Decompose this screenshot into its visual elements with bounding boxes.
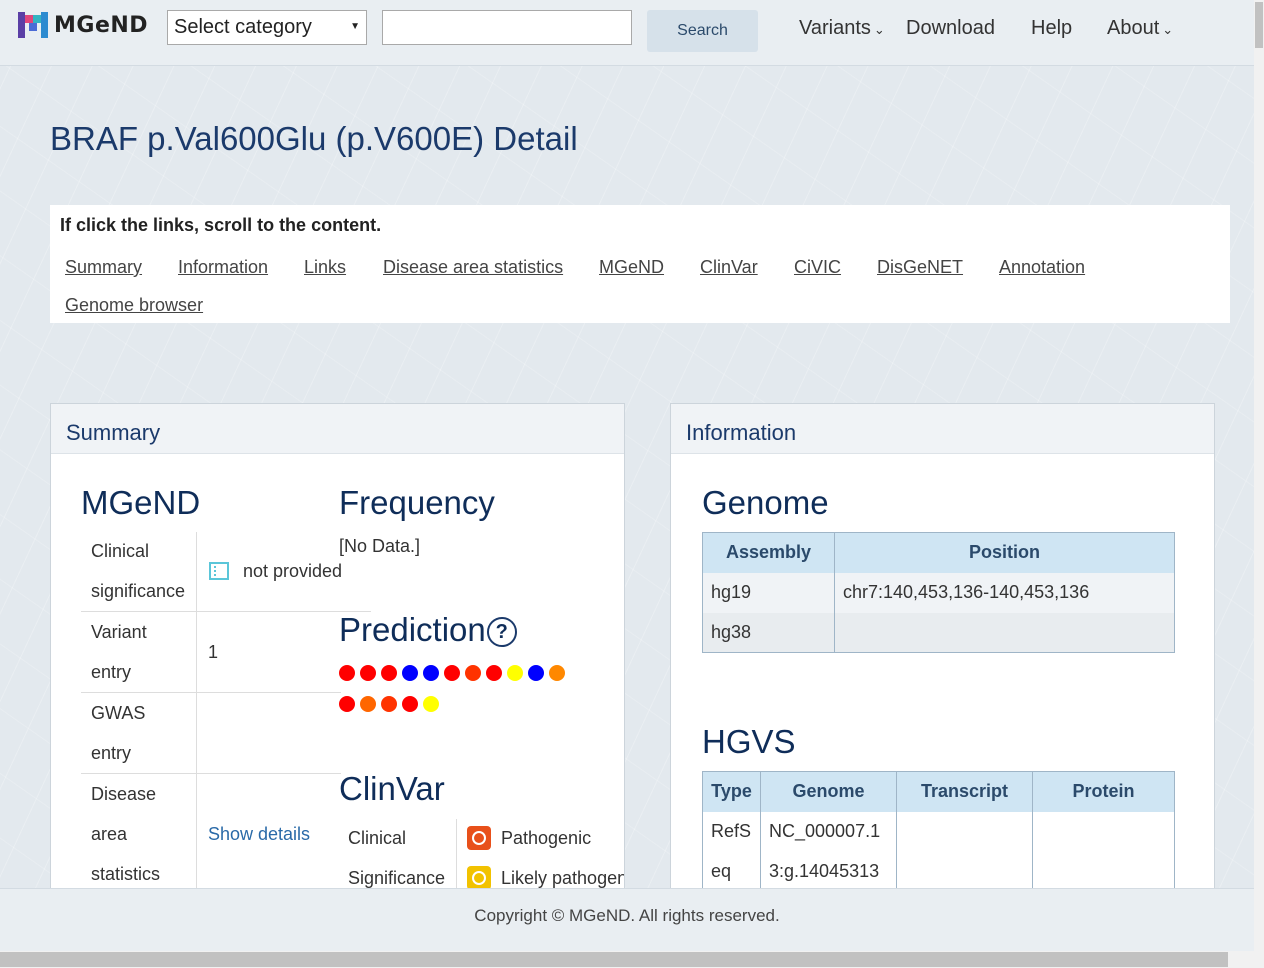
- prediction-dot: [444, 665, 460, 681]
- jump-link-information[interactable]: Information: [178, 257, 268, 278]
- nav-variants[interactable]: Variants ⌄: [799, 17, 885, 40]
- table-row: RefS NC_000007.1: [702, 811, 1175, 852]
- prediction-dot: [402, 696, 418, 712]
- prediction-dot: [339, 665, 355, 681]
- page-title: BRAF p.Val600Glu (p.V600E) Detail: [50, 120, 578, 157]
- pathogenic-icon: [467, 826, 491, 850]
- nav-download[interactable]: Download: [906, 17, 995, 40]
- search-button[interactable]: Search: [647, 10, 758, 52]
- category-select-value: Select category: [174, 16, 312, 38]
- prediction-dot: [423, 665, 439, 681]
- table-row: eq 3:g.14045313: [702, 851, 1175, 892]
- jump-link-clinvar[interactable]: ClinVar: [700, 257, 758, 278]
- variant-entry-value: 1: [208, 642, 219, 662]
- prediction-dot: [465, 665, 481, 681]
- vertical-scrollbar-thumb[interactable]: [1255, 2, 1263, 48]
- nav-about[interactable]: About ⌄: [1107, 17, 1173, 40]
- genome-col-assembly: Assembly: [702, 532, 835, 573]
- mgend-logo-icon: [18, 10, 52, 40]
- jump-link-links[interactable]: Links: [304, 257, 346, 278]
- dropdown-arrow-icon: ▼: [350, 21, 360, 32]
- prediction-dot: [402, 665, 418, 681]
- hgvs-heading: HGVS: [702, 723, 796, 760]
- table-row: hg19 chr7:140,453,136-140,453,136: [702, 572, 1175, 613]
- hgvs-col-protein: Protein: [1032, 771, 1175, 812]
- prediction-dot: [339, 696, 355, 712]
- summary-panel-title: Summary: [51, 404, 624, 454]
- horizontal-scrollbar-thumb[interactable]: [0, 952, 1228, 967]
- prediction-dot: [381, 665, 397, 681]
- clinvar-heading: ClinVar: [339, 770, 445, 807]
- chevron-down-icon: ⌄: [1162, 22, 1174, 37]
- clinical-significance-value: not provided: [209, 551, 342, 591]
- logo-text: MGeND: [54, 12, 149, 38]
- information-panel: Information Genome Assembly Position hg1…: [670, 403, 1215, 923]
- frequency-value: [No Data.]: [339, 536, 421, 556]
- information-panel-title: Information: [671, 404, 1214, 454]
- mgend-heading: MGeND: [81, 484, 201, 521]
- prediction-dot: [507, 665, 523, 681]
- chevron-down-icon: ⌄: [873, 22, 885, 37]
- clinvar-clinical-significance-label: Clinical Significance: [348, 828, 446, 888]
- prediction-dot: [360, 665, 376, 681]
- jump-link-annotation[interactable]: Annotation: [999, 257, 1085, 278]
- prediction-dot: [423, 696, 439, 712]
- top-navigation-bar: MGeND Select category ▼ Search Variants ⌄…: [0, 0, 1254, 66]
- jump-links-box: If click the links, scroll to the conten…: [50, 205, 1230, 323]
- prediction-dot: [528, 665, 544, 681]
- variant-entry-label: Variant entry: [91, 622, 147, 682]
- jump-link-disgenet[interactable]: DisGeNET: [877, 257, 963, 278]
- prediction-dot: [360, 696, 376, 712]
- mgend-row-divider: [196, 773, 341, 774]
- jump-link-civic[interactable]: CiVIC: [794, 257, 841, 278]
- genome-heading: Genome: [702, 484, 829, 521]
- genome-col-position: Position: [834, 532, 1175, 573]
- prediction-dot: [381, 696, 397, 712]
- jump-link-mgend[interactable]: MGeND: [599, 257, 664, 278]
- prediction-dot: [549, 665, 565, 681]
- genome-table: Assembly Position hg19 chr7:140,453,136-…: [702, 532, 1175, 653]
- hgvs-table: Type Genome Transcript Protein RefS NC_0…: [702, 771, 1175, 892]
- summary-panel: Summary MGeND Clinical significance not …: [50, 403, 625, 923]
- hgvs-col-genome: Genome: [760, 771, 897, 812]
- footer: Copyright © MGeND. All rights reserved.: [0, 888, 1254, 951]
- jump-links-hint: If click the links, scroll to the conten…: [60, 215, 382, 235]
- hgvs-col-type: Type: [702, 771, 761, 812]
- prediction-heading: Prediction?: [339, 611, 517, 649]
- mgend-table-divider: [196, 532, 197, 922]
- not-provided-icon: [209, 562, 229, 580]
- horizontal-scrollbar[interactable]: [0, 951, 1254, 968]
- mgend-row-divider: [196, 692, 341, 693]
- question-icon[interactable]: ?: [486, 617, 517, 648]
- jump-link-genome-browser[interactable]: Genome browser: [65, 295, 203, 316]
- nav-help[interactable]: Help: [1031, 17, 1072, 40]
- likely-pathogenic-icon: [467, 866, 491, 890]
- gwas-entry-label: GWAS entry: [91, 703, 146, 763]
- hgvs-col-transcript: Transcript: [896, 771, 1033, 812]
- jump-link-summary[interactable]: Summary: [65, 257, 142, 278]
- show-details-link[interactable]: Show details: [208, 814, 310, 854]
- copyright-text: Copyright © MGeND. All rights reserved.: [474, 906, 780, 925]
- search-input[interactable]: [382, 10, 632, 45]
- disease-area-statistics-label: Disease area statistics: [91, 784, 161, 884]
- frequency-heading: Frequency: [339, 484, 495, 521]
- table-row: hg38: [702, 612, 1175, 653]
- clinical-significance-label: Clinical significance: [91, 541, 186, 601]
- prediction-dot: [486, 665, 502, 681]
- jump-link-disease-area-statistics[interactable]: Disease area statistics: [383, 257, 563, 278]
- logo[interactable]: MGeND: [18, 10, 148, 40]
- vertical-scrollbar[interactable]: [1254, 0, 1264, 968]
- clinvar-pathogenic-item: Pathogenic: [467, 818, 591, 858]
- category-select[interactable]: Select category ▼: [167, 10, 367, 45]
